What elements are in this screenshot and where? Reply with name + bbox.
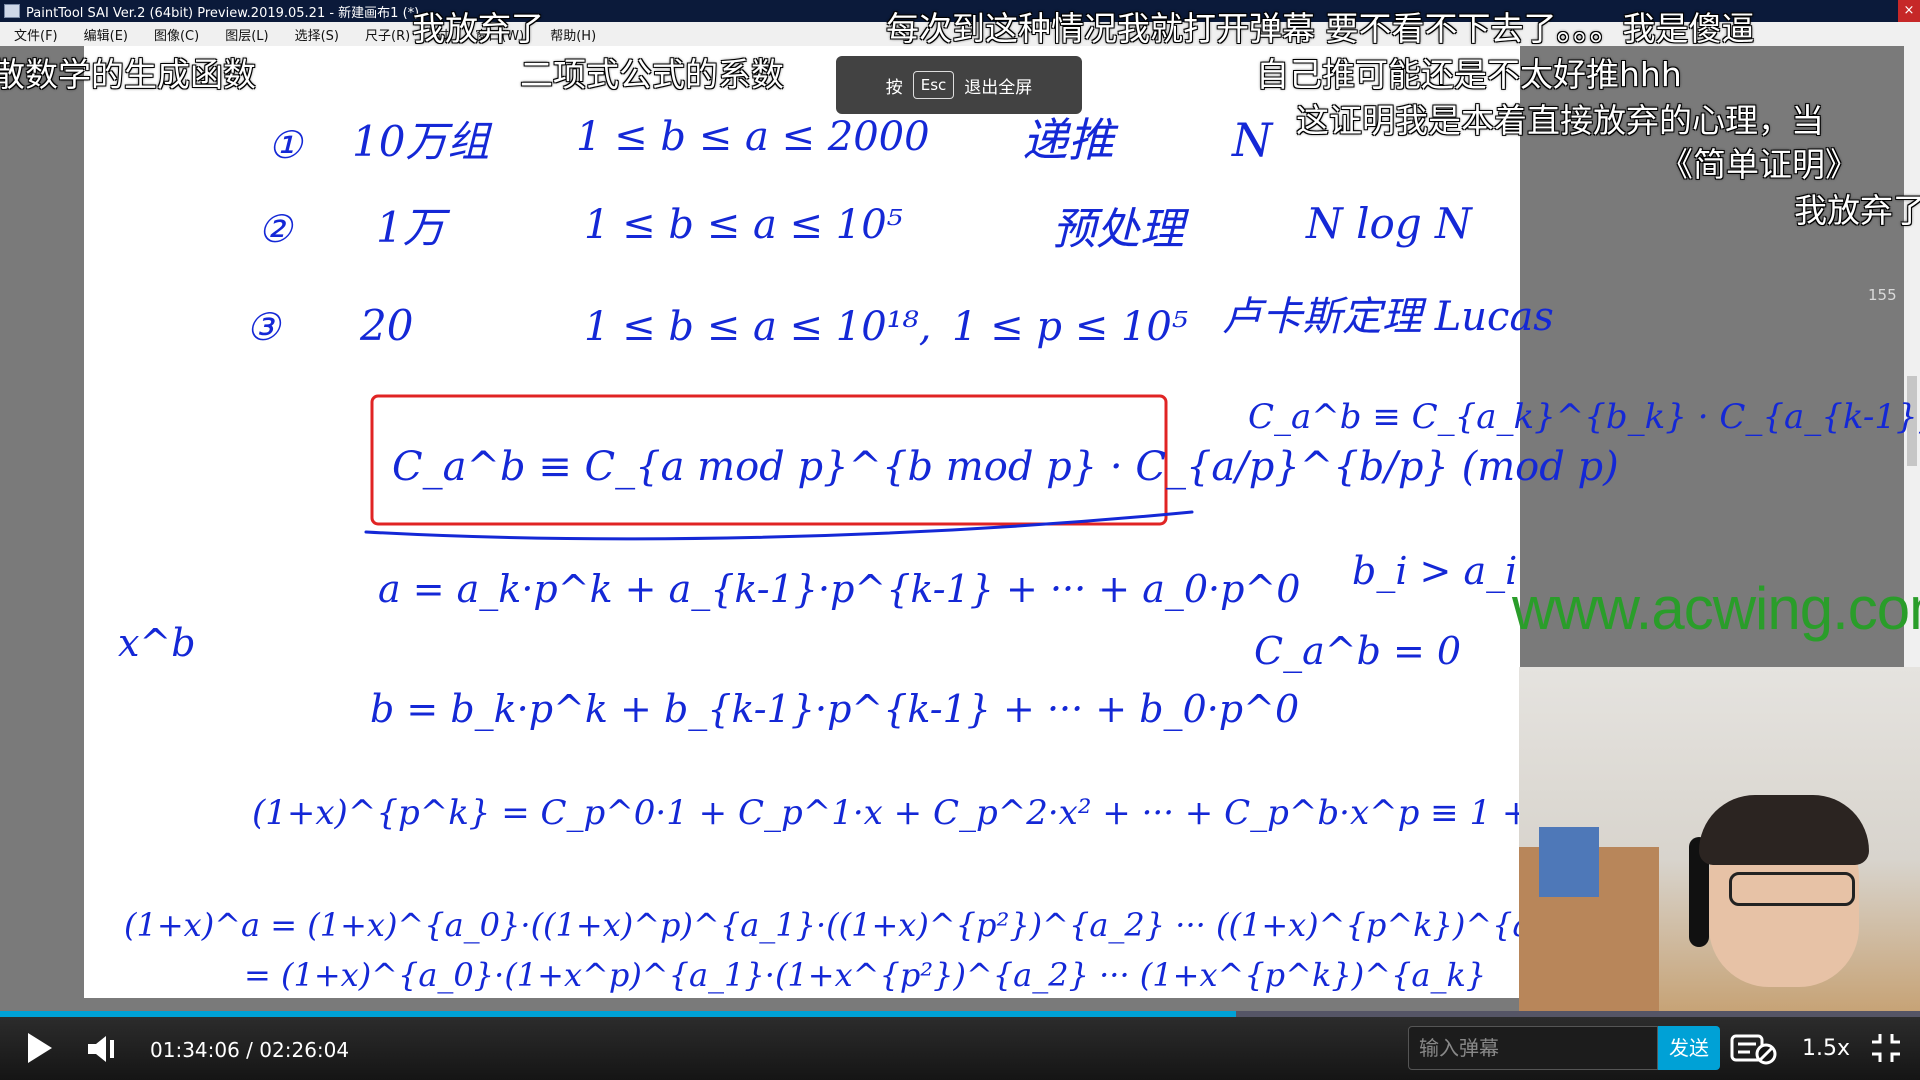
b-greater-a: b_i > a_i	[1352, 549, 1517, 594]
presenter-hair	[1699, 795, 1869, 865]
hint-suffix: 退出全屏	[964, 77, 1033, 98]
lucas-expanded-formula: C_a^b ≡ C_{a_k}^{b_k} · C_{a_{k-1}}^{b_{…	[1248, 397, 1920, 437]
danmaku-comment: 自己推可能还是不太好推hhh	[1256, 55, 1682, 94]
note-row3-prange: 1 ≤ p ≤ 10⁵	[952, 304, 1188, 350]
exit-fullscreen-icon[interactable]	[1870, 1032, 1902, 1064]
volume-icon[interactable]	[86, 1034, 122, 1064]
note-row1-complexity: N	[1231, 113, 1274, 167]
danmaku-comment: 我放弃了	[412, 9, 544, 48]
fullscreen-exit-hint: 按 Esc 退出全屏	[836, 56, 1082, 114]
danmaku-comment: 二项式公式的系数	[520, 55, 784, 94]
b-definition: b = b_k·p^k + b_{k-1}·p^{k-1} + ··· + b_…	[370, 687, 1299, 732]
note-row2-count: 1万	[376, 203, 451, 252]
playback-speed[interactable]: 1.5x	[1802, 1036, 1850, 1061]
a-definition: a = a_k·p^k + a_{k-1}·p^{k-1} + ··· + a_…	[378, 567, 1300, 612]
x-power-b: x^b	[118, 621, 196, 665]
zero-result: C_a^b = 0	[1254, 629, 1461, 674]
play-button[interactable]	[28, 1033, 52, 1063]
faint-number: 155	[1868, 286, 1897, 304]
note-row1-index: ①	[268, 123, 304, 167]
danmaku-comment: 《简单证明》	[1660, 145, 1858, 184]
acwing-watermark: www.acwing.com	[1512, 575, 1920, 642]
lucas-boxed-formula: C_a^b ≡ C_{a mod p}^{b mod p} · C_{a/p}^…	[392, 444, 1619, 490]
power-expansion-2: = (1+x)^{a_0}·(1+x^p)^{a_1}·(1+x^{p²})^{…	[244, 956, 1486, 994]
danmaku-comment: 这证明我是本着直接放弃的心理，当	[1296, 101, 1824, 140]
danmaku-input[interactable]: 输入弹幕	[1408, 1026, 1658, 1070]
note-row1-method: 递推	[1022, 113, 1119, 167]
danmaku-comment: 每次到这种情况我就打开弹幕 要不看不下去了。。。我是傻逼	[886, 9, 1755, 48]
note-row1-range: 1 ≤ b ≤ a ≤ 2000	[576, 114, 930, 160]
background-books	[1539, 827, 1599, 897]
note-row3-count: 20	[359, 301, 413, 350]
danmaku-settings-icon[interactable]	[1728, 1030, 1780, 1066]
time-display: 01:34:06 / 02:26:04	[150, 1038, 350, 1062]
note-row1-count: 10万组	[352, 117, 492, 166]
esc-key: Esc	[912, 71, 955, 99]
power-expansion-1: (1+x)^a = (1+x)^{a_0}·((1+x)^p)^{a_1}·((…	[124, 906, 1587, 944]
hint-prefix: 按	[885, 77, 903, 98]
send-danmaku-button[interactable]: 发送	[1658, 1026, 1720, 1070]
note-row3-index: ③	[246, 305, 282, 349]
danmaku-comment: 我放弃了	[1794, 191, 1920, 230]
note-row2-range: 1 ≤ b ≤ a ≤ 10⁵	[584, 202, 903, 248]
note-row3-range: 1 ≤ b ≤ a ≤ 10¹⁸,	[584, 304, 931, 350]
note-row2-method: 预处理	[1052, 204, 1190, 255]
danmaku-comment: 散数学的生成函数	[0, 55, 256, 94]
note-row2-complexity: N log N	[1305, 199, 1473, 248]
webcam-overlay	[1519, 667, 1920, 1017]
presenter-glasses	[1729, 872, 1855, 906]
note-row2-index: ②	[258, 207, 294, 251]
note-row3-method: 卢卡斯定理 Lucas	[1222, 294, 1554, 340]
